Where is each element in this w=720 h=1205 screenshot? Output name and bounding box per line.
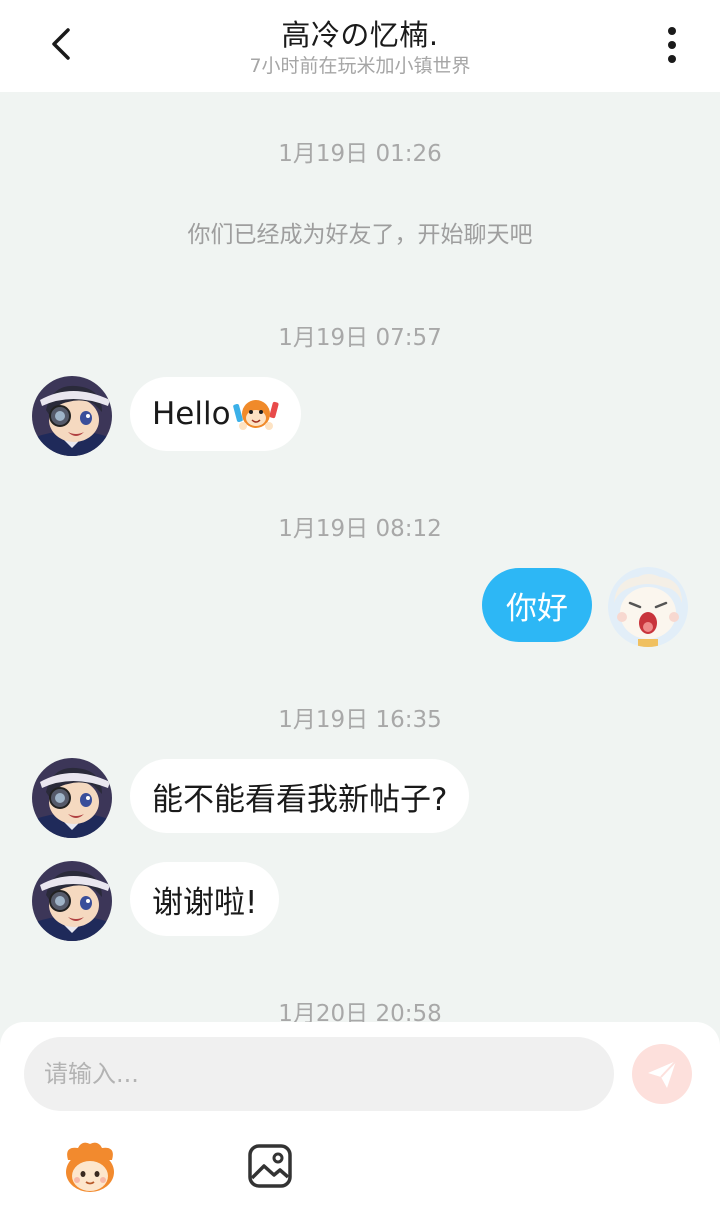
sticker-button[interactable]	[60, 1140, 120, 1194]
image-picker-button[interactable]	[246, 1142, 294, 1190]
friend-avatar[interactable]	[32, 861, 112, 941]
message-text: 能不能看看我新帖子?	[152, 781, 448, 818]
crying-lamb-avatar-icon	[608, 567, 688, 647]
chat-status-subtitle: 7小时前在玩米加小镇世界	[249, 55, 471, 77]
more-vertical-icon	[668, 27, 676, 63]
timestamp: 1月19日 07:57	[278, 325, 442, 351]
timestamp: 1月19日 16:35	[278, 707, 442, 733]
sticker-face-icon	[66, 1142, 114, 1192]
incoming-message-bubble[interactable]: Hello	[130, 377, 301, 451]
message-input[interactable]	[24, 1037, 614, 1111]
system-notice: 你们已经成为好友了，开始聊天吧	[187, 222, 533, 248]
message-text: Hello	[152, 396, 231, 432]
friend-avatar[interactable]	[32, 758, 112, 838]
chat-header: 高冷の忆楠. 7小时前在玩米加小镇世界	[0, 0, 720, 92]
chat-title: 高冷の忆楠.	[281, 18, 439, 52]
timestamp: 1月19日 01:26	[278, 141, 442, 167]
message-text: 谢谢啦!	[152, 884, 258, 921]
image-icon	[248, 1144, 292, 1188]
friend-avatar[interactable]	[32, 376, 112, 456]
anime-boy-avatar-icon	[32, 758, 112, 838]
incoming-message-bubble[interactable]: 谢谢啦!	[130, 862, 280, 936]
timestamp: 1月19日 08:12	[278, 516, 442, 542]
monkey-sticker-icon	[232, 400, 279, 430]
anime-boy-avatar-icon	[32, 376, 112, 456]
my-avatar[interactable]	[608, 567, 688, 647]
incoming-message-bubble[interactable]: 能不能看看我新帖子?	[130, 759, 470, 833]
message-text: 你好	[506, 590, 568, 627]
outgoing-message-bubble[interactable]: 你好	[482, 568, 592, 642]
more-options-button[interactable]	[650, 22, 694, 68]
send-icon	[648, 1060, 677, 1088]
anime-boy-avatar-icon	[32, 861, 112, 941]
composer-panel	[0, 1022, 720, 1205]
send-button[interactable]	[632, 1044, 692, 1104]
